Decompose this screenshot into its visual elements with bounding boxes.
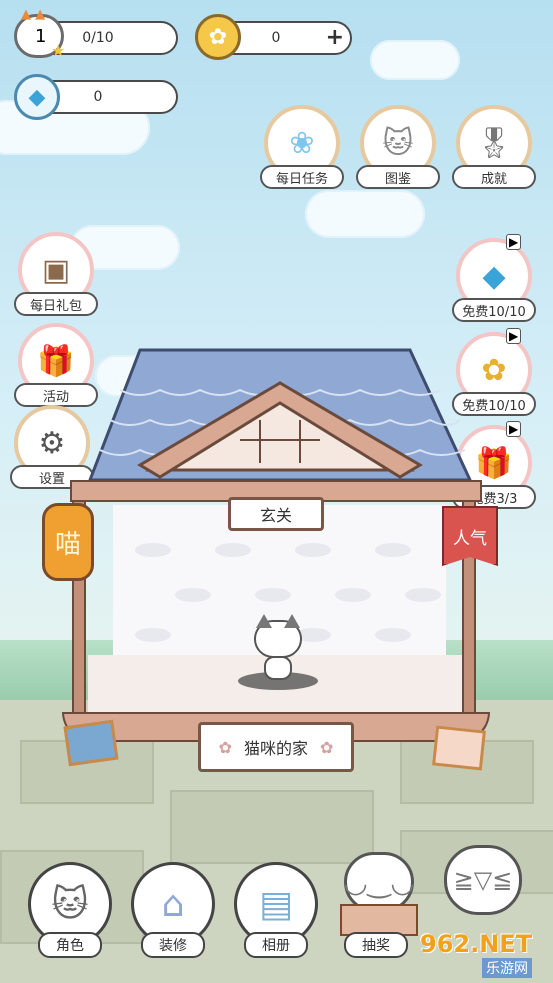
cloud xyxy=(305,190,425,238)
flower-icon: ✿ xyxy=(218,737,232,757)
free-gems-label: 免费10/10 xyxy=(452,298,536,322)
album-button[interactable]: ▤ 相册 xyxy=(234,862,318,958)
collection-label: 图鉴 xyxy=(356,165,440,189)
video-icon: ▶ xyxy=(506,234,522,250)
lottery-cat-icon: ◡‿◡ xyxy=(343,852,415,912)
diamond-icon: ◆ xyxy=(14,74,60,120)
character-button[interactable]: 🐱 角色 xyxy=(28,862,112,958)
settings-button[interactable]: ⚙ 设置 xyxy=(10,405,94,489)
watermark-top: 962.NET xyxy=(420,930,533,958)
collection-button[interactable]: 🐱 图鉴 xyxy=(356,105,440,189)
cloud xyxy=(370,40,460,80)
coin-icon: ✿ xyxy=(195,14,241,60)
watermark-bottom: 乐游网 xyxy=(482,958,532,978)
lottery-label: 抽奖 xyxy=(344,932,408,958)
video-icon: ▶ xyxy=(506,328,522,344)
achievement-button[interactable]: 🎖 成就 xyxy=(452,105,536,189)
daily-gift-button[interactable]: ▣ 每日礼包 xyxy=(14,232,98,316)
cat-character[interactable] xyxy=(252,614,304,682)
cat-ear-left xyxy=(256,614,272,628)
daily-task-label: 每日任务 xyxy=(260,165,344,189)
add-coins-button[interactable]: + xyxy=(326,25,344,50)
free-gems-button[interactable]: ◆ 免费10/10 ▶ xyxy=(452,234,536,322)
daily-task-button[interactable]: ❀ 每日任务 xyxy=(260,105,344,189)
lantern: 喵 xyxy=(42,503,94,581)
album-label: 相册 xyxy=(244,932,308,958)
daily-gift-label: 每日礼包 xyxy=(14,292,98,316)
room-name-sign: 玄关 xyxy=(228,497,324,531)
gem-value: 0 xyxy=(93,89,103,105)
watermark-logo: 962.NET 乐游网 xyxy=(420,930,550,980)
house-name-sign[interactable]: ✿ 猫咪的家 ✿ xyxy=(198,722,354,772)
exp-value: 0/10 xyxy=(82,30,114,46)
level-badge[interactable]: 1 ★ ▲ ▲ xyxy=(14,7,66,60)
house-name: 猫咪的家 xyxy=(243,739,308,758)
cat-body xyxy=(264,656,292,680)
lantern-text: 喵 xyxy=(54,529,81,560)
lottery-button[interactable]: ◡‿◡ 抽奖 xyxy=(336,852,420,962)
photo-frame-right[interactable] xyxy=(432,725,486,771)
level-value: 1 xyxy=(35,25,47,47)
character-label: 角色 xyxy=(38,932,102,958)
photo-frame-left[interactable] xyxy=(63,719,119,767)
coin-value: 0 xyxy=(271,30,281,46)
video-icon: ▶ xyxy=(506,421,522,437)
decorate-button[interactable]: ⌂ 装修 xyxy=(131,862,215,958)
house-roof xyxy=(87,348,473,482)
achievement-label: 成就 xyxy=(452,165,536,189)
popularity-banner[interactable]: 人气 xyxy=(442,506,498,566)
cat-ear-right xyxy=(284,614,300,628)
decorate-label: 装修 xyxy=(141,932,205,958)
room-name: 玄关 xyxy=(259,506,292,525)
cat-mascot: ≧▽≦ xyxy=(444,845,522,915)
cat-ears-icon: ▲ ▲ xyxy=(21,7,46,22)
flower-icon: ✿ xyxy=(320,737,334,757)
banner-text: 人气 xyxy=(453,528,487,549)
star-icon: ★ xyxy=(51,41,66,60)
